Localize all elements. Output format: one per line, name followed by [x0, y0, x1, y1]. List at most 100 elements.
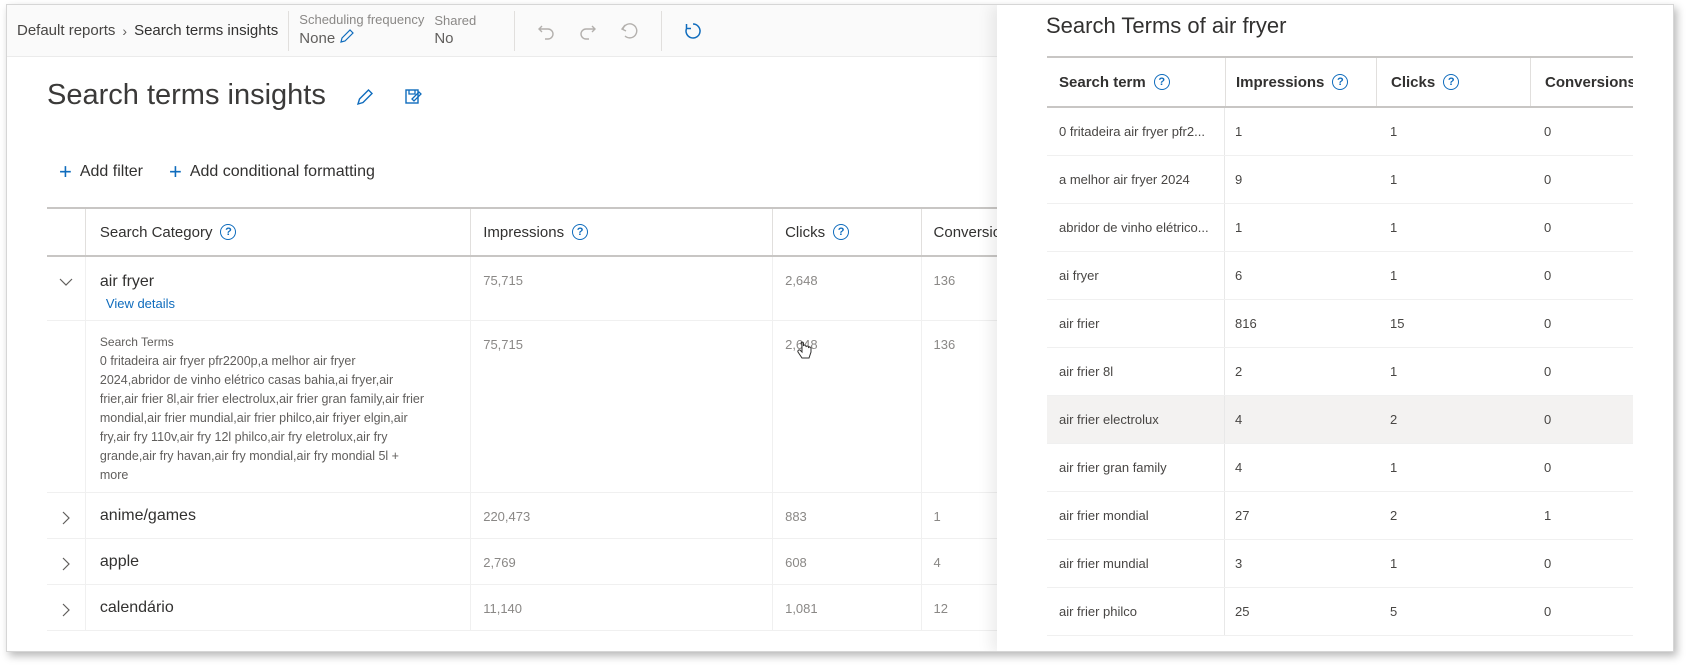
table-row[interactable]: anime/games 220,473 883 1: [47, 493, 997, 539]
chevron-right-icon[interactable]: [47, 493, 85, 538]
chevron-down-icon[interactable]: [47, 257, 85, 320]
edit-title-icon[interactable]: [353, 85, 377, 109]
impressions-value: 75,715: [470, 257, 772, 320]
search-term-cell: air frier electrolux: [1047, 396, 1225, 443]
impressions-cell: 6: [1235, 268, 1243, 283]
table-row[interactable]: air frier 8l 2 1 0: [1047, 348, 1633, 396]
search-term-cell: 0 fritadeira air fryer pfr2...: [1047, 108, 1225, 155]
scheduling-value-group[interactable]: None: [299, 28, 424, 50]
conversions-cell: 0: [1544, 556, 1552, 571]
conversions-value: 1: [920, 493, 997, 538]
header-label: Search Category: [99, 223, 213, 241]
conversions-cell: 0: [1544, 172, 1552, 187]
header-conversions[interactable]: Conversions: [1530, 58, 1633, 106]
table-row[interactable]: apple 2,769 608 4: [47, 539, 997, 585]
header-clicks[interactable]: Clicks ?: [1376, 58, 1530, 106]
table-row[interactable]: air frier philco 25 5 0: [1047, 588, 1633, 636]
header-label: Search term: [1059, 73, 1146, 91]
conversions-value: 136: [920, 257, 997, 320]
clicks-cell: 2: [1390, 508, 1398, 523]
table-row[interactable]: air frier mundial 3 1 0: [1047, 540, 1633, 588]
impressions-cell: 25: [1235, 604, 1250, 619]
help-icon[interactable]: ?: [1153, 74, 1170, 90]
clicks-value: 1,081: [772, 585, 920, 630]
shared-label: Shared: [434, 12, 477, 28]
view-details-link[interactable]: View details: [100, 296, 470, 311]
header-impressions[interactable]: Impressions ?: [470, 209, 772, 255]
help-icon[interactable]: ?: [1443, 74, 1460, 90]
conversions-cell: 0: [1544, 412, 1552, 427]
save-as-icon[interactable]: [401, 85, 425, 109]
table-row[interactable]: a melhor air fryer 2024 9 1 0: [1047, 156, 1633, 204]
impressions-value: 75,715: [470, 321, 772, 492]
search-terms-cell: Search Terms 0 fritadeira air fryer pfr2…: [84, 321, 470, 492]
clicks-cell: 2: [1390, 412, 1398, 427]
plus-icon: +: [169, 159, 182, 184]
category-cell: anime/games: [84, 493, 470, 538]
chevron-right-icon[interactable]: [47, 539, 85, 584]
conversions-cell: 1: [1544, 508, 1552, 523]
conversions-cell: 0: [1544, 604, 1552, 619]
category-name: calendário: [99, 599, 174, 616]
header-impressions[interactable]: Impressions ?: [1225, 58, 1376, 106]
revert-icon[interactable]: [619, 20, 641, 42]
search-term-cell: air frier mundial: [1047, 540, 1225, 587]
search-term-cell: air frier mondial: [1047, 492, 1225, 539]
add-conditional-formatting-button[interactable]: + Add conditional formatting: [169, 159, 375, 184]
table-row[interactable]: 0 fritadeira air fryer pfr2... 1 1 0: [1047, 108, 1633, 156]
undo-icon[interactable]: [535, 20, 557, 42]
table-row[interactable]: air frier gran family 4 1 0: [1047, 444, 1633, 492]
search-term-cell: air frier: [1047, 300, 1225, 347]
clicks-value: 608: [772, 539, 920, 584]
impressions-value: 220,473: [470, 493, 772, 538]
scheduling-label: Scheduling frequency: [299, 11, 425, 27]
header-label: Impressions: [483, 223, 565, 241]
chevron-right-icon: ›: [122, 22, 128, 39]
panel-table-header: Search term ? Impressions ? Clicks ? Con…: [1047, 56, 1633, 108]
conversions-value: 12: [920, 585, 997, 630]
table-row[interactable]: air frier mondial 27 2 1: [1047, 492, 1633, 540]
category-name: apple: [99, 553, 140, 570]
impressions-cell: 3: [1235, 556, 1243, 571]
refresh-icon[interactable]: [682, 20, 704, 42]
chevron-right-icon[interactable]: [47, 585, 85, 630]
conversions-cell: 0: [1544, 268, 1552, 283]
header-search-term[interactable]: Search term ?: [1047, 58, 1225, 106]
add-filter-label: Add filter: [79, 163, 143, 180]
divider: [288, 10, 290, 51]
impressions-cell: 1: [1235, 124, 1243, 139]
category-cell: calendário: [84, 585, 470, 630]
table-row[interactable]: air frier electrolux 4 2 0: [1047, 396, 1633, 444]
header-label: Impressions: [1236, 73, 1325, 91]
search-terms-table: Search term ? Impressions ? Clicks ? Con…: [1047, 56, 1633, 636]
table-row[interactable]: air frier 816 15 0: [1047, 300, 1633, 348]
divider: [514, 10, 516, 51]
table-row[interactable]: air fryer View details 75,715 2,648 136: [47, 257, 997, 321]
help-icon[interactable]: ?: [572, 224, 589, 240]
edit-pencil-icon[interactable]: [339, 28, 355, 50]
clicks-cell: 5: [1390, 604, 1398, 619]
table-row[interactable]: ai fryer 6 1 0: [1047, 252, 1633, 300]
table-row[interactable]: abridor de vinho elétrico... 1 1 0: [1047, 204, 1633, 252]
clicks-cell: 1: [1390, 124, 1398, 139]
breadcrumb-current: Search terms insights: [134, 22, 279, 39]
filter-toolbar: + Add filter + Add conditional formattin…: [59, 159, 375, 184]
category-cell: air fryer View details: [84, 257, 470, 320]
help-icon[interactable]: ?: [1332, 74, 1349, 90]
help-icon[interactable]: ?: [220, 224, 237, 240]
header-conversions[interactable]: Conversions: [920, 209, 997, 255]
header-label: Conversions: [1545, 73, 1633, 91]
breadcrumb-default-reports[interactable]: Default reports: [17, 22, 115, 39]
hand-cursor-icon: [797, 341, 812, 359]
conversions-cell: 0: [1544, 220, 1552, 235]
table-row[interactable]: calendário 11,140 1,081 12: [47, 585, 997, 631]
impressions-cell: 9: [1235, 172, 1243, 187]
help-icon[interactable]: ?: [833, 224, 850, 240]
header-clicks[interactable]: Clicks ?: [772, 209, 920, 255]
clicks-cell: 1: [1390, 460, 1398, 475]
search-category-grid: Search Category ? Impressions ? Clicks ?…: [47, 207, 997, 631]
redo-icon[interactable]: [577, 20, 599, 42]
add-filter-button[interactable]: + Add filter: [59, 161, 143, 183]
header-search-category[interactable]: Search Category ?: [84, 209, 470, 255]
panel-table-body: 0 fritadeira air fryer pfr2... 1 1 0 a melho…: [1047, 108, 1633, 636]
